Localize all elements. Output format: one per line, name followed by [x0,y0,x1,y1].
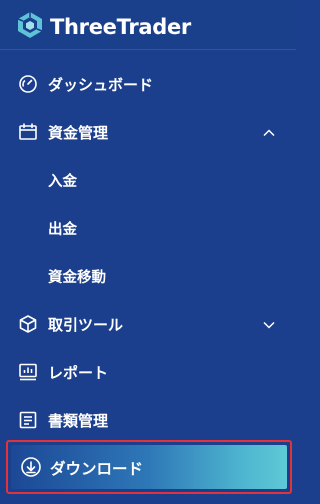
sidebar-item-label: 出金 [48,221,77,238]
brand-logo[interactable]: ThreeTrader [16,11,191,43]
sidebar-item-download[interactable]: ダウンロード [11,445,287,489]
sidebar-item-label: レポート [48,363,109,382]
chevron-down-icon[interactable] [262,317,276,331]
gauge-icon [18,74,38,94]
sidebar-header: ThreeTrader [0,0,296,50]
sidebar-item-label: ダッシュボード [48,75,154,94]
sidebar-subitem-transfer[interactable]: 資金移動 [0,252,296,300]
sidebar-item-trading-tools[interactable]: 取引ツール [0,300,296,348]
sidebar-item-label: 資金移動 [48,269,106,286]
sidebar-item-label: 取引ツール [48,315,124,334]
bar-chart-icon [18,362,38,382]
sidebar-item-reports[interactable]: レポート [0,348,296,396]
sidebar-item-documents[interactable]: 書類管理 [0,396,296,444]
chevron-up-icon[interactable] [262,125,276,139]
brand-name: ThreeTrader [50,15,191,39]
threetrader-logo-icon [16,11,44,43]
sidebar-item-label: 資金管理 [48,123,109,142]
sidebar-item-label: 書類管理 [48,411,109,430]
active-item-highlight: ダウンロード [6,440,292,494]
document-list-icon [18,410,38,430]
cube-icon [18,314,38,334]
sidebar-item-funds[interactable]: 資金管理 [0,108,296,156]
calendar-icon [18,122,38,142]
sidebar-subitem-deposit[interactable]: 入金 [0,156,296,204]
cloud-download-icon [20,456,42,478]
sidebar-subitem-withdraw[interactable]: 出金 [0,204,296,252]
sidebar-item-dashboard[interactable]: ダッシュボード [0,60,296,108]
sidebar-item-label: 入金 [48,173,77,190]
sidebar-item-label: ダウンロード [50,460,144,478]
